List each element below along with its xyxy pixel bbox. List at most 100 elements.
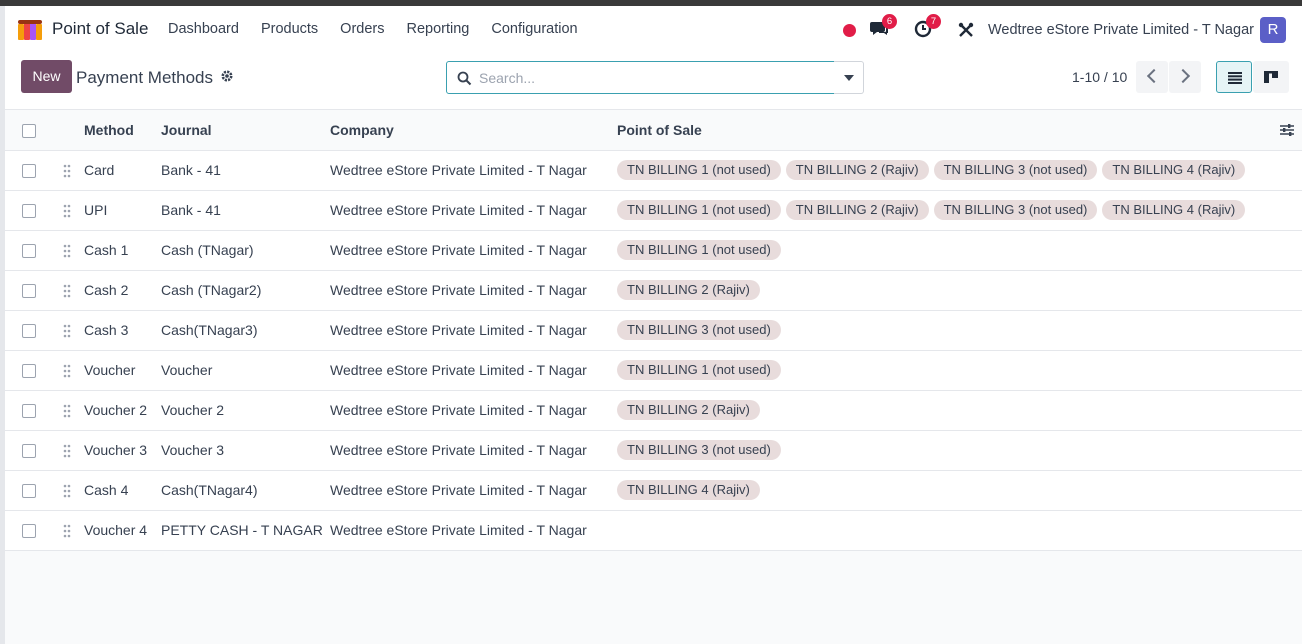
row-checkbox[interactable]: [22, 284, 36, 299]
row-checkbox[interactable]: [22, 204, 36, 219]
cell-method: Cash 3: [84, 310, 161, 351]
menu-configuration[interactable]: Configuration: [491, 21, 577, 37]
row-checkbox[interactable]: [22, 364, 36, 379]
cell-method: Cash 1: [84, 230, 161, 271]
column-company[interactable]: Company: [330, 110, 617, 151]
table-header-row: Method Journal Company Point of Sale: [5, 110, 1302, 151]
tools-icon[interactable]: [958, 22, 974, 38]
cell-method: Voucher 2: [84, 390, 161, 431]
table-body: Card Bank - 41 Wedtree eStore Private Limi…: [5, 150, 1302, 551]
chevron-left-icon: [1146, 68, 1162, 84]
table-row[interactable]: Voucher 4 PETTY CASH - T NAGAR Wedtree eSt…: [5, 510, 1302, 551]
column-point-of-sale[interactable]: Point of Sale: [617, 110, 1302, 151]
table-row[interactable]: UPI Bank - 41 Wedtree eStore Private Limit…: [5, 190, 1302, 231]
drag-handle-icon[interactable]: [63, 484, 71, 498]
drag-handle-icon[interactable]: [63, 164, 71, 178]
cell-company: Wedtree eStore Private Limited - T Nagar: [330, 270, 617, 311]
drag-handle-icon[interactable]: [63, 364, 71, 378]
drag-handle-icon[interactable]: [63, 444, 71, 458]
pos-tag: TN BILLING 4 (Rajiv): [1102, 160, 1246, 180]
cell-company: Wedtree eStore Private Limited - T Nagar: [330, 230, 617, 271]
kanban-view-button[interactable]: [1253, 61, 1289, 93]
drag-handle-icon[interactable]: [63, 284, 71, 298]
list-view-button[interactable]: [1216, 61, 1252, 93]
app-name[interactable]: Point of Sale: [52, 19, 148, 39]
menu-reporting[interactable]: Reporting: [407, 21, 470, 37]
cell-company: Wedtree eStore Private Limited - T Nagar: [330, 150, 617, 191]
table-row[interactable]: Cash 2 Cash (TNagar2) Wedtree eStore Priva…: [5, 270, 1302, 311]
pager-previous-button[interactable]: [1136, 61, 1168, 93]
caret-down-icon: [844, 75, 854, 81]
row-checkbox[interactable]: [22, 404, 36, 419]
row-checkbox[interactable]: [22, 164, 36, 179]
row-checkbox[interactable]: [22, 324, 36, 339]
table-row[interactable]: Card Bank - 41 Wedtree eStore Private Limi…: [5, 150, 1302, 191]
column-journal[interactable]: Journal: [161, 110, 330, 151]
cell-company: Wedtree eStore Private Limited - T Nagar: [330, 430, 617, 471]
drag-handle-icon[interactable]: [63, 204, 71, 218]
pos-tag: TN BILLING 3 (not used): [617, 440, 781, 460]
cell-point-of-sale: TN BILLING 4 (Rajiv): [617, 470, 1302, 511]
pos-tag: TN BILLING 2 (Rajiv): [617, 280, 760, 300]
search-options-toggle[interactable]: [834, 61, 864, 94]
cell-method: Voucher 4: [84, 510, 161, 551]
drag-handle-icon[interactable]: [63, 324, 71, 338]
row-handle-cell: [51, 310, 84, 351]
recording-status-dot[interactable]: [843, 24, 856, 37]
activities-badge: 7: [926, 14, 941, 29]
column-method[interactable]: Method: [84, 110, 161, 151]
cell-company: Wedtree eStore Private Limited - T Nagar: [330, 190, 617, 231]
row-checkbox[interactable]: [22, 244, 36, 259]
pager-value[interactable]: 1-10 / 10: [1072, 69, 1127, 85]
messages-button[interactable]: 6: [870, 14, 897, 40]
cell-point-of-sale: TN BILLING 1 (not used) TN BILLING 2 (Raj…: [617, 190, 1302, 231]
payment-methods-list: Method Journal Company Point of Sale Car…: [5, 110, 1302, 551]
pos-tag: TN BILLING 3 (not used): [617, 320, 781, 340]
row-handle-cell: [51, 390, 84, 431]
menu-products[interactable]: Products: [261, 21, 318, 37]
cell-company: Wedtree eStore Private Limited - T Nagar: [330, 310, 617, 351]
drag-handle-icon[interactable]: [63, 244, 71, 258]
cell-journal: Cash (TNagar): [161, 230, 330, 271]
row-checkbox[interactable]: [22, 444, 36, 459]
table-row[interactable]: Cash 4 Cash(TNagar4) Wedtree eStore Privat…: [5, 470, 1302, 511]
activities-button[interactable]: 7: [914, 14, 941, 40]
cell-point-of-sale: TN BILLING 2 (Rajiv): [617, 390, 1302, 431]
table-row[interactable]: Voucher 2 Voucher 2 Wedtree eStore Private…: [5, 390, 1302, 431]
row-select-cell: [5, 270, 51, 311]
row-handle-cell: [51, 270, 84, 311]
pos-tag: TN BILLING 2 (Rajiv): [785, 200, 929, 220]
select-all-checkbox[interactable]: [22, 123, 36, 138]
pos-tag: TN BILLING 2 (Rajiv): [617, 400, 760, 420]
cell-journal: Cash(TNagar3): [161, 310, 330, 351]
table-row[interactable]: Voucher 3 Voucher 3 Wedtree eStore Private…: [5, 430, 1302, 471]
cell-journal: Voucher: [161, 350, 330, 391]
cell-point-of-sale: [617, 510, 1302, 551]
pos-app-icon[interactable]: [18, 20, 44, 40]
company-switcher[interactable]: Wedtree eStore Private Limited - T Nagar: [988, 22, 1254, 38]
list-view-icon: [1228, 72, 1242, 84]
pos-tag: TN BILLING 3 (not used): [933, 200, 1098, 220]
menu-orders[interactable]: Orders: [340, 21, 384, 37]
new-button[interactable]: New: [21, 60, 72, 93]
gear-icon[interactable]: [220, 69, 234, 83]
cell-point-of-sale: TN BILLING 3 (not used): [617, 430, 1302, 471]
cell-point-of-sale: TN BILLING 2 (Rajiv): [617, 270, 1302, 311]
search-input[interactable]: [479, 68, 819, 88]
table-row[interactable]: Cash 3 Cash(TNagar3) Wedtree eStore Privat…: [5, 310, 1302, 351]
cell-journal: Bank - 41: [161, 190, 330, 231]
cell-company: Wedtree eStore Private Limited - T Nagar: [330, 470, 617, 511]
cell-journal: Voucher 2: [161, 390, 330, 431]
row-checkbox[interactable]: [22, 484, 36, 499]
pager-next-button[interactable]: [1169, 61, 1201, 93]
optional-columns-icon[interactable]: [1280, 123, 1294, 137]
table-row[interactable]: Voucher Voucher Wedtree eStore Private Lim…: [5, 350, 1302, 391]
drag-handle-icon[interactable]: [63, 524, 71, 538]
user-avatar[interactable]: R: [1260, 17, 1286, 43]
table-row[interactable]: Cash 1 Cash (TNagar) Wedtree eStore Privat…: [5, 230, 1302, 271]
row-checkbox[interactable]: [22, 524, 36, 539]
menu-dashboard[interactable]: Dashboard: [168, 21, 239, 37]
handle-header: [51, 110, 84, 151]
cell-journal: Cash(TNagar4): [161, 470, 330, 511]
drag-handle-icon[interactable]: [63, 404, 71, 418]
